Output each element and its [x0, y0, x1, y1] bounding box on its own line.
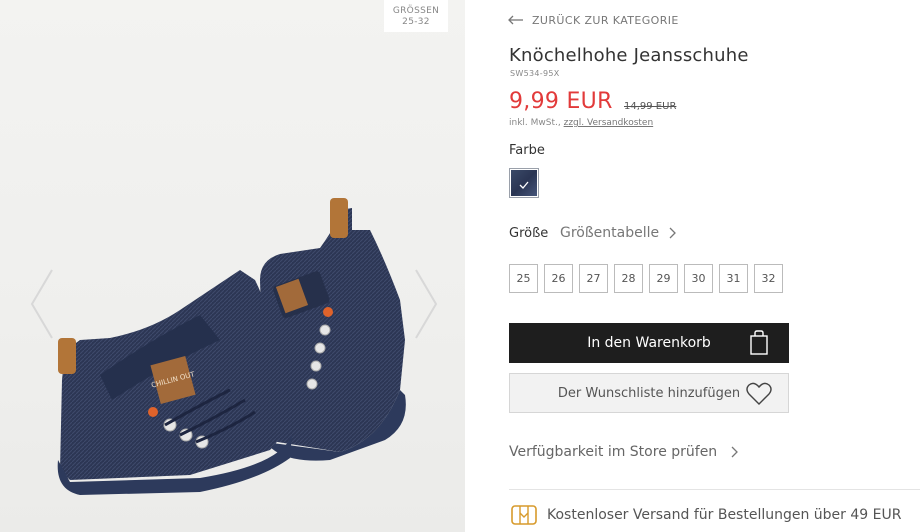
add-to-cart-label: In den Warenkorb	[587, 335, 711, 351]
size-option-31[interactable]: 31	[719, 264, 748, 293]
section-divider	[509, 489, 920, 490]
size-chart-label: Größentabelle	[560, 225, 660, 241]
chevron-right-icon	[669, 227, 677, 239]
back-to-category-link[interactable]: ZURÜCK ZUR KATEGORIE	[508, 12, 679, 28]
product-gallery: GRÖSSEN 25-32 CHILLIN OUT	[0, 0, 465, 532]
size-option-27[interactable]: 27	[579, 264, 608, 293]
original-price: 14,99 EUR	[624, 101, 677, 112]
add-to-wishlist-button[interactable]: Der Wunschliste hinzufügen	[509, 373, 789, 413]
product-sku: SW534-95X	[510, 69, 560, 78]
back-link-label: ZURÜCK ZUR KATEGORIE	[532, 13, 679, 27]
size-options: 25 26 27 28 29 30 31 32	[509, 264, 789, 293]
store-availability-label: Verfügbarkeit im Store prüfen	[509, 444, 718, 460]
arrow-left-icon	[508, 15, 524, 25]
shipping-costs-link[interactable]: zzgl. Versandkosten	[564, 118, 654, 128]
free-shipping-text: Kostenloser Versand für Bestellungen übe…	[547, 507, 902, 523]
size-range-badge: GRÖSSEN 25-32	[384, 0, 448, 32]
vat-text: inkl. MwSt.,	[509, 118, 561, 128]
delivery-truck-icon	[511, 504, 537, 526]
add-to-wishlist-label: Der Wunschliste hinzufügen	[557, 385, 741, 401]
size-badge-range: 25-32	[402, 17, 430, 27]
product-title: Knöchelhohe Jeansschuhe	[509, 45, 749, 66]
size-option-29[interactable]: 29	[649, 264, 678, 293]
chevron-right-icon	[731, 446, 739, 458]
color-swatch-selected[interactable]	[509, 168, 539, 198]
size-option-28[interactable]: 28	[614, 264, 643, 293]
add-to-cart-button[interactable]: In den Warenkorb	[509, 323, 789, 363]
size-option-26[interactable]: 26	[544, 264, 573, 293]
size-option-30[interactable]: 30	[684, 264, 713, 293]
heart-icon	[746, 382, 772, 410]
current-price: 9,99 EUR	[509, 89, 613, 114]
size-chart-link[interactable]: Größentabelle	[560, 225, 677, 241]
size-option-32[interactable]: 32	[754, 264, 783, 293]
size-badge-label: GRÖSSEN	[392, 6, 440, 16]
product-image: CHILLIN OUT	[57, 198, 406, 495]
size-option-25[interactable]: 25	[509, 264, 538, 293]
shopping-bag-icon	[749, 330, 769, 360]
size-label: Größe	[509, 226, 549, 241]
free-shipping-info: Kostenloser Versand für Bestellungen übe…	[511, 504, 901, 526]
check-icon	[519, 174, 529, 193]
color-label: Farbe	[509, 143, 545, 158]
vat-info: inkl. MwSt., zzgl. Versandkosten	[509, 118, 653, 128]
store-availability-link[interactable]: Verfügbarkeit im Store prüfen	[509, 444, 739, 460]
